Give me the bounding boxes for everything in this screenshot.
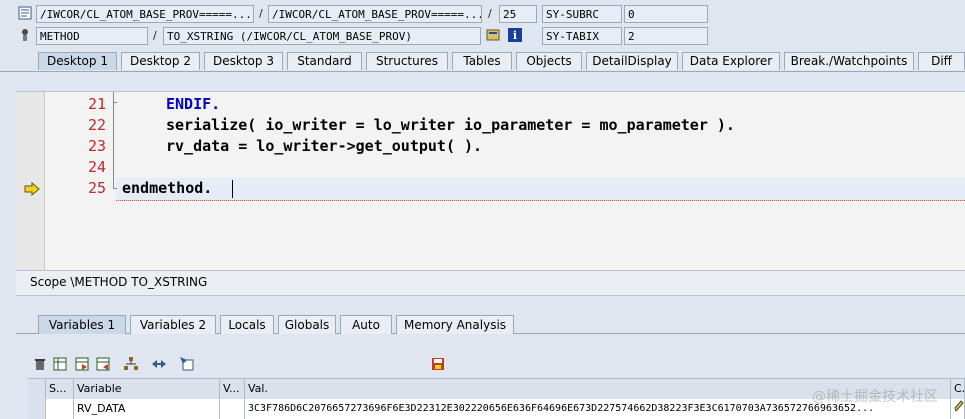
change-value-cell[interactable]: [951, 399, 965, 419]
tab-break-watchpoints[interactable]: Break./Watchpoints: [784, 52, 914, 70]
tab-diff[interactable]: Diff: [918, 52, 965, 70]
column-header-select[interactable]: [28, 379, 46, 399]
display-object-icon[interactable]: [486, 28, 500, 42]
tab-desktop-2[interactable]: Desktop 2: [121, 52, 200, 70]
event-type-field[interactable]: METHOD: [36, 27, 148, 45]
line-number: 23: [87, 137, 106, 155]
breakpoint-gutter[interactable]: [16, 92, 45, 270]
line-field[interactable]: 25: [499, 5, 537, 23]
tab-auto[interactable]: Auto: [340, 315, 392, 334]
tab-objects[interactable]: Objects: [516, 52, 582, 70]
separator: /: [488, 7, 492, 20]
current-line-highlight: [116, 178, 965, 201]
sysvar-value-field[interactable]: 2: [624, 27, 708, 45]
sysvar-value-field[interactable]: 0: [624, 5, 708, 23]
column-header-c[interactable]: C.: [951, 379, 965, 399]
table-import-icon[interactable]: [75, 357, 89, 371]
line-number: 21: [87, 95, 106, 113]
tab-tables[interactable]: Tables: [452, 52, 512, 70]
tab-locals[interactable]: Locals: [220, 315, 274, 334]
include-field[interactable]: /IWCOR/CL_ATOM_BASE_PROV=====...: [268, 5, 482, 23]
navigate-icon[interactable]: [152, 357, 166, 371]
sysvar-name-field[interactable]: SY-SUBRC: [542, 5, 622, 23]
row-selector[interactable]: [28, 399, 46, 419]
svg-text:i: i: [513, 29, 517, 42]
sysvar-name-field[interactable]: SY-TABIX: [542, 27, 622, 45]
block-structure-line: [113, 102, 117, 103]
watermark: @稀土掘金技术社区: [812, 389, 938, 405]
source-code-editor[interactable]: 21 22 23 24 25 ENDIF. serialize( io_writ…: [16, 91, 965, 270]
code-line: rv_data = lo_writer->get_output( ).: [166, 137, 483, 155]
tab-data-explorer[interactable]: Data Explorer: [682, 52, 780, 70]
tab-standard[interactable]: Standard: [287, 52, 362, 70]
block-structure-line: [113, 188, 117, 189]
save-icon[interactable]: [431, 357, 445, 371]
current-statement-arrow-icon: [24, 181, 40, 199]
event-field[interactable]: TO_XSTRING (/IWCOR/CL_ATOM_BASE_PROV): [163, 27, 481, 45]
code-line: endmethod.: [122, 179, 213, 197]
tab-desktop-3[interactable]: Desktop 3: [204, 52, 283, 70]
table-icon[interactable]: [53, 357, 67, 371]
line-number: 22: [87, 116, 106, 134]
program-field[interactable]: /IWCOR/CL_ATOM_BASE_PROV=====...: [36, 5, 254, 23]
program-icon: [18, 6, 32, 20]
tab-detail-display[interactable]: DetailDisplay: [586, 52, 678, 70]
row-v-cell: [220, 399, 245, 419]
line-number: 25: [87, 179, 106, 197]
select-icon[interactable]: [180, 357, 194, 371]
variable-name-cell[interactable]: RV_DATA: [74, 399, 220, 419]
delete-icon[interactable]: [33, 357, 47, 371]
tab-desktop-1[interactable]: Desktop 1: [38, 52, 117, 70]
scope-label: Scope \METHOD TO_XSTRING: [30, 275, 208, 289]
tab-variables-1[interactable]: Variables 1: [38, 315, 126, 334]
tab-globals[interactable]: Globals: [278, 315, 336, 334]
column-header-v[interactable]: V...: [220, 379, 245, 399]
separator: /: [259, 7, 263, 20]
hierarchy-icon[interactable]: [124, 357, 138, 371]
row-status-cell: [46, 399, 74, 419]
code-line: ENDIF.: [166, 95, 221, 113]
info-icon[interactable]: i: [508, 28, 522, 42]
tab-memory-analysis[interactable]: Memory Analysis: [396, 315, 514, 334]
block-structure-line: [113, 92, 114, 188]
column-header-variable[interactable]: Variable: [74, 379, 220, 399]
line-number: 24: [87, 158, 106, 176]
code-line: serialize( io_writer = lo_writer io_para…: [166, 116, 735, 134]
column-header-s[interactable]: S...: [46, 379, 74, 399]
method-icon: [18, 28, 32, 42]
tab-variables-2[interactable]: Variables 2: [130, 315, 216, 334]
text-cursor: [232, 180, 233, 198]
separator: /: [153, 29, 157, 42]
pencil-icon[interactable]: [954, 400, 964, 415]
tab-structures[interactable]: Structures: [366, 52, 448, 70]
table-export-icon[interactable]: [96, 357, 110, 371]
